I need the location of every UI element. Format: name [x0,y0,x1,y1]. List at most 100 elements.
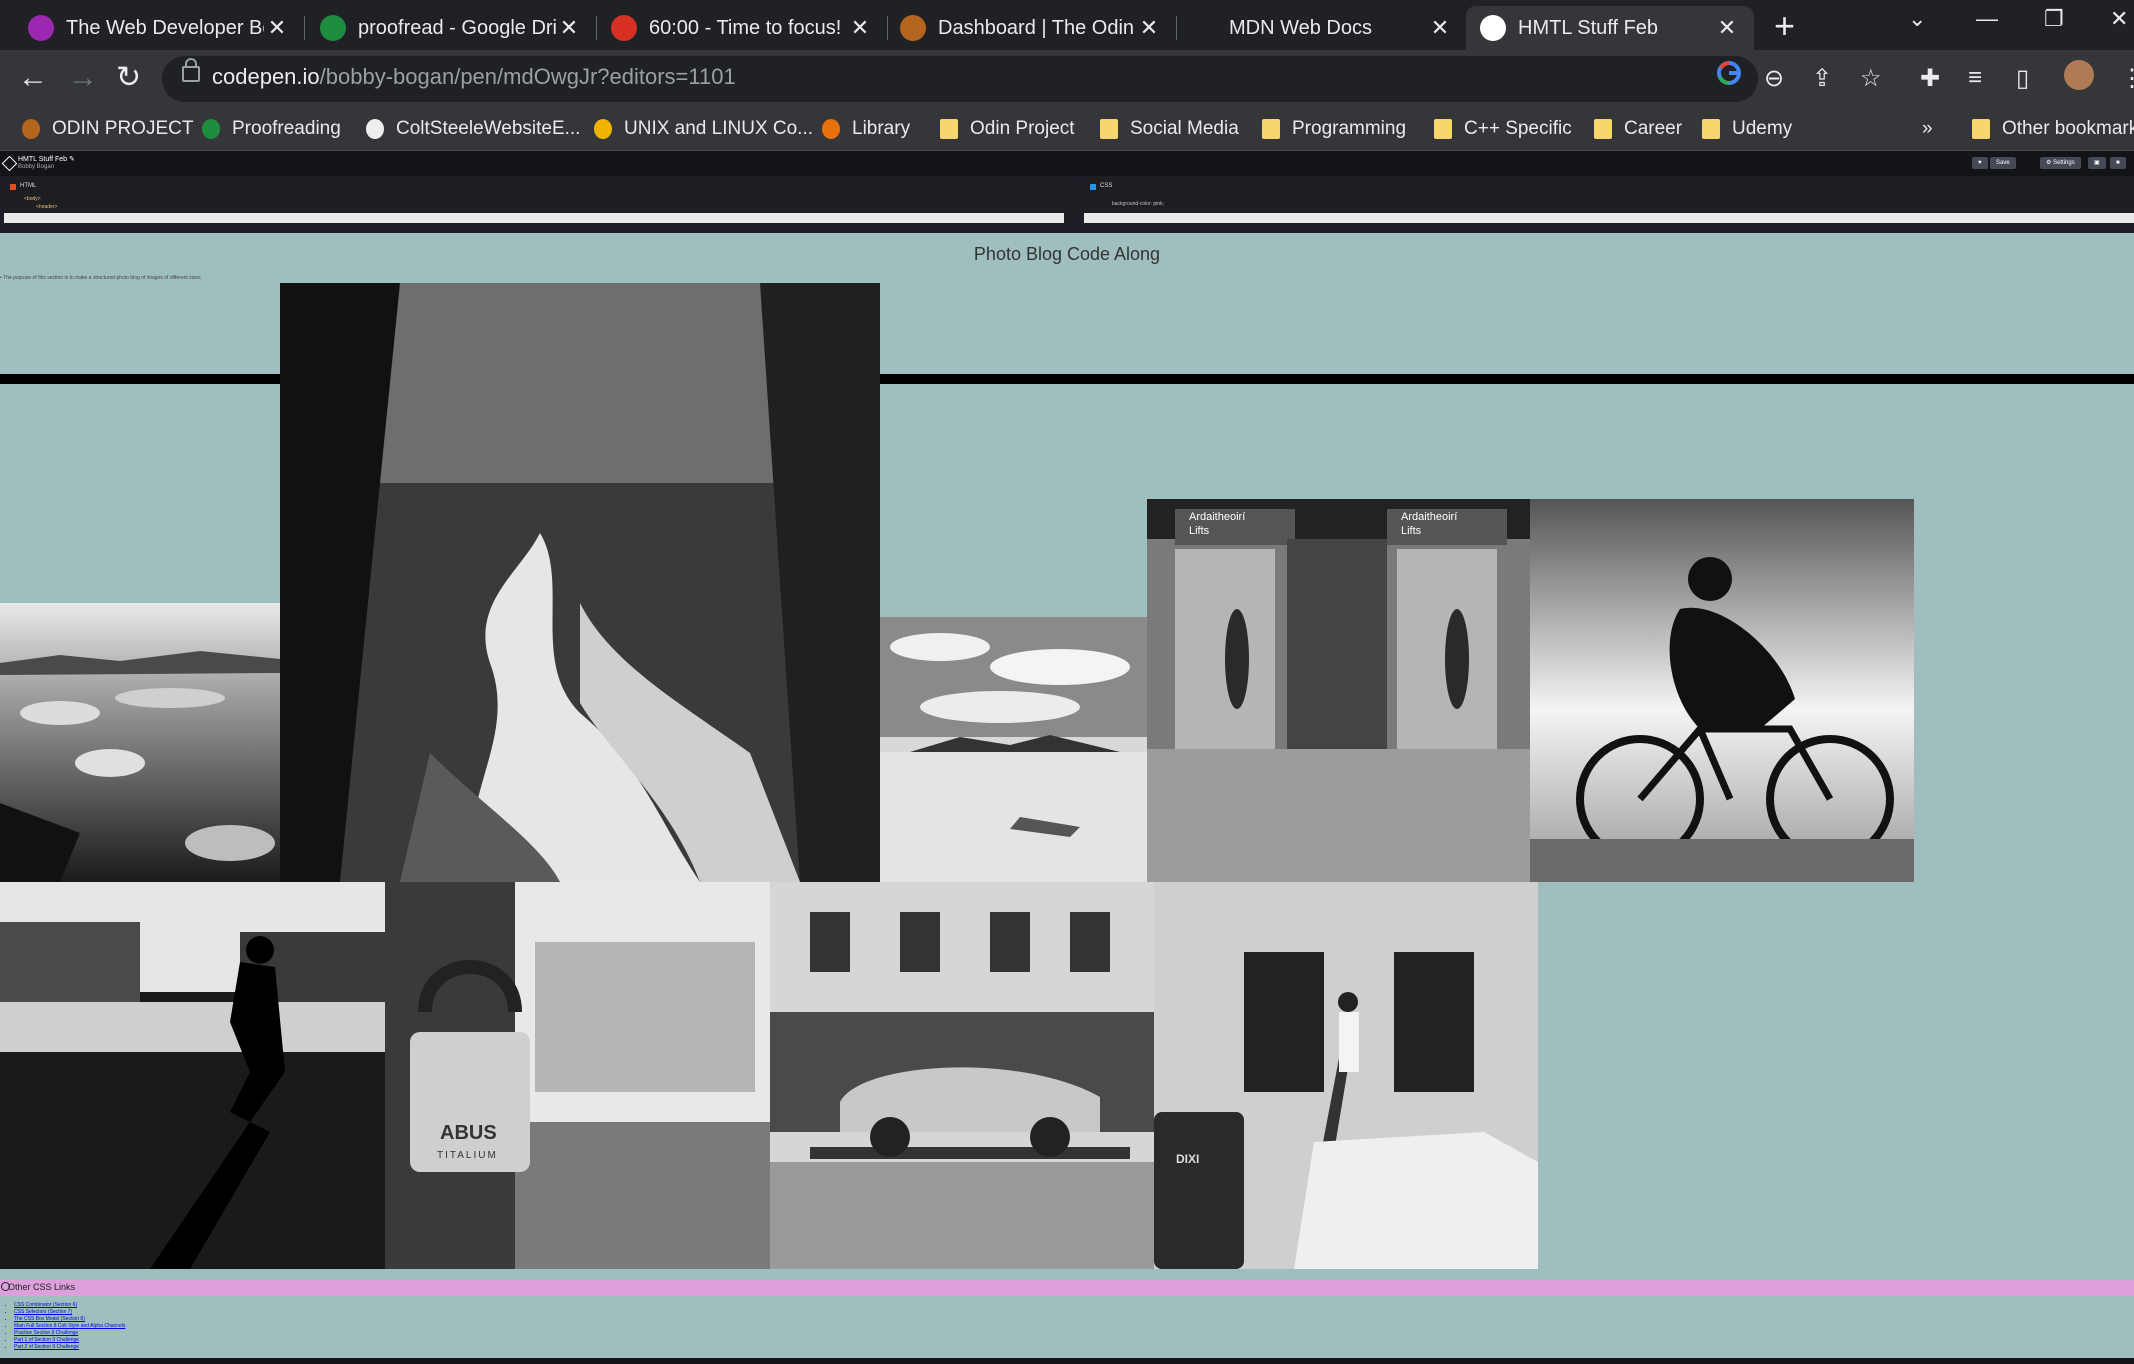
share-icon[interactable]: ⇪ [1812,64,1832,93]
photo-waterfall [280,283,880,882]
bookmark-library[interactable]: Library [822,114,910,144]
bookmark-label: Library [852,118,911,139]
lock-icon[interactable] [182,58,200,82]
settings-button[interactable]: ⚙ Settings [2040,157,2081,169]
like-button[interactable]: ♥ [1972,157,1988,169]
bookmark-proofreading[interactable]: Proofreading [202,114,341,144]
folder-icon [1702,119,1720,139]
new-tab-button[interactable]: + [1774,8,1795,44]
tab-title: HMTL Stuff Feb [1518,16,1659,39]
bookmark-coltsteelewebsitee[interactable]: ColtSteeleWebsiteE... [366,114,580,144]
tab-title: The Web Developer Boo [66,16,264,39]
close-tab-icon[interactable]: ✕ [847,15,873,41]
html-tab[interactable]: HTML [20,183,36,189]
css-link[interactable]: CSS Combinator (Section 6) [14,1302,125,1309]
css-code-line[interactable]: background-color: pink; [1112,201,1164,207]
photo-icebergs [0,603,280,882]
tab-mdn[interactable]: MDN Web Docs ✕ [1177,6,1467,50]
bookmark-odin-project[interactable]: ODIN PROJECT [22,114,193,144]
circle-o-icon [594,119,612,139]
tab-google-drive[interactable]: proofread - Google Driv ✕ [306,6,596,50]
close-tab-icon[interactable]: ✕ [556,15,582,41]
bookmark-label: UNIX and LINUX Co... [624,118,814,139]
library-icon [822,119,840,139]
back-icon[interactable]: ← [18,60,48,96]
css-tab-icon [1090,184,1096,190]
google-icon[interactable] [1716,60,1742,93]
html-scrollbar[interactable] [4,213,1064,223]
html-code-line[interactable]: <body> [24,196,41,202]
side-panel-icon[interactable]: ▯ [2016,64,2029,93]
photo-lifts: Ardaitheoirí Lifts Ardaitheoirí Lifts [1147,499,1530,882]
google-drive-icon [320,15,346,41]
odin-project-favicon [900,15,926,41]
tab-odin-project[interactable]: Dashboard | The Odin Pr✕ [886,6,1176,50]
html-code-line[interactable]: <header> [36,204,57,210]
close-tab-icon[interactable]: ✕ [1136,15,1162,41]
photo-cyclist [1530,499,1914,882]
account-button[interactable]: ■ [2110,157,2126,169]
css-link[interactable]: CSS Selectors (Section 7) [14,1309,125,1316]
photo-desert [880,617,1147,882]
odin-project-favicon [22,119,40,139]
tab-search-icon[interactable]: ⌄ [1908,6,1926,32]
reload-icon[interactable]: ↻ [116,60,141,96]
close-tab-icon[interactable]: ✕ [264,15,290,41]
close-tab-icon[interactable]: ✕ [1714,15,1740,41]
save-button[interactable]: Save [1990,157,2016,169]
folder-icon [1262,119,1280,139]
close-tab-icon[interactable]: ✕ [1427,15,1453,41]
intro-text: • The purpose of this section is to make… [0,275,201,281]
pen-title[interactable]: HMTL Stuff Feb ✎ [18,155,75,163]
tab-title: 60:00 - Time to focus! [649,16,842,39]
css-scrollbar[interactable] [1084,213,2134,223]
css-link[interactable]: Practice Section 9 Challenge [14,1330,125,1337]
bookmark-c-specific[interactable]: C++ Specific [1434,114,1572,144]
bookmark-odin-project[interactable]: Odin Project [940,114,1075,144]
lift-sign-text: Ardaitheoirí [1401,511,1458,523]
folder-icon [1972,119,1990,139]
bookmark-udemy[interactable]: Udemy [1702,114,1792,144]
padlock-brand-text: ABUS [440,1122,497,1144]
folder-icon [1594,119,1612,139]
links-list: CSS Combinator (Section 6)CSS Selectors … [14,1302,125,1351]
bookmarks-overflow-button[interactable]: » [1922,114,1933,144]
css-link[interactable]: The CSS Box Model (Section 8) [14,1316,125,1323]
pomodoro-check-icon [611,15,637,41]
codepen-footer [0,1358,2134,1364]
bookmark-label: Career [1624,118,1683,139]
url-text[interactable]: codepen.io/bobby-bogan/pen/mdOwgJr?edito… [212,64,736,90]
folder-icon [1100,119,1118,139]
forward-icon[interactable]: → [68,60,98,96]
profile-avatar[interactable] [2064,60,2094,90]
bookmark-star-icon[interactable]: ☆ [1860,64,1882,93]
restore-icon[interactable]: ❐ [2044,6,2064,32]
lift-sign-text: Lifts [1401,525,1422,537]
css-link[interactable]: Part 1 of Section 9 Challenge [14,1337,125,1344]
bookmark-label: Odin Project [970,118,1075,139]
minimize-icon[interactable]: — [1976,6,1998,32]
bookmark-unix-and-linux-co[interactable]: UNIX and LINUX Co... [594,114,813,144]
mdn-icon [1191,15,1217,41]
extensions-icon[interactable]: ✚ [1920,64,1940,93]
tab-codepen[interactable]: HMTL Stuff Feb ✕ [1466,6,1754,50]
tab-title: proofread - Google Driv [358,16,556,39]
menu-icon[interactable]: ⋮ [2120,64,2134,93]
bookmark-programming[interactable]: Programming [1262,114,1406,144]
media-icon[interactable]: ≡ [1968,64,1982,92]
bookmark-career[interactable]: Career [1594,114,1682,144]
close-window-icon[interactable]: ✕ [2110,6,2128,32]
layout-button[interactable]: ▣ [2088,157,2106,169]
tab-odin-project[interactable]: The Web Developer Boo ✕ [14,6,304,50]
bookmark-label: ColtSteeleWebsiteE... [396,118,581,139]
codepen-icon [1480,15,1506,41]
css-link[interactable]: Part 2 of Section 9 Challenge [14,1344,125,1351]
bookmark-social-media[interactable]: Social Media [1100,114,1239,144]
css-link[interactable]: Main Full Section 8 Colt Style and Alpha… [14,1323,125,1330]
css-tab[interactable]: CSS [1100,183,1112,189]
pen-user[interactable]: Bobby Bogan [18,164,54,170]
other-bookmarks[interactable]: Other bookmarks [1972,114,2134,144]
tab-title: MDN Web Docs [1229,16,1372,39]
zoom-icon[interactable]: ⊖ [1764,64,1784,93]
tab-pomodoro-check[interactable]: 60:00 - Time to focus! ✕ [597,6,887,50]
